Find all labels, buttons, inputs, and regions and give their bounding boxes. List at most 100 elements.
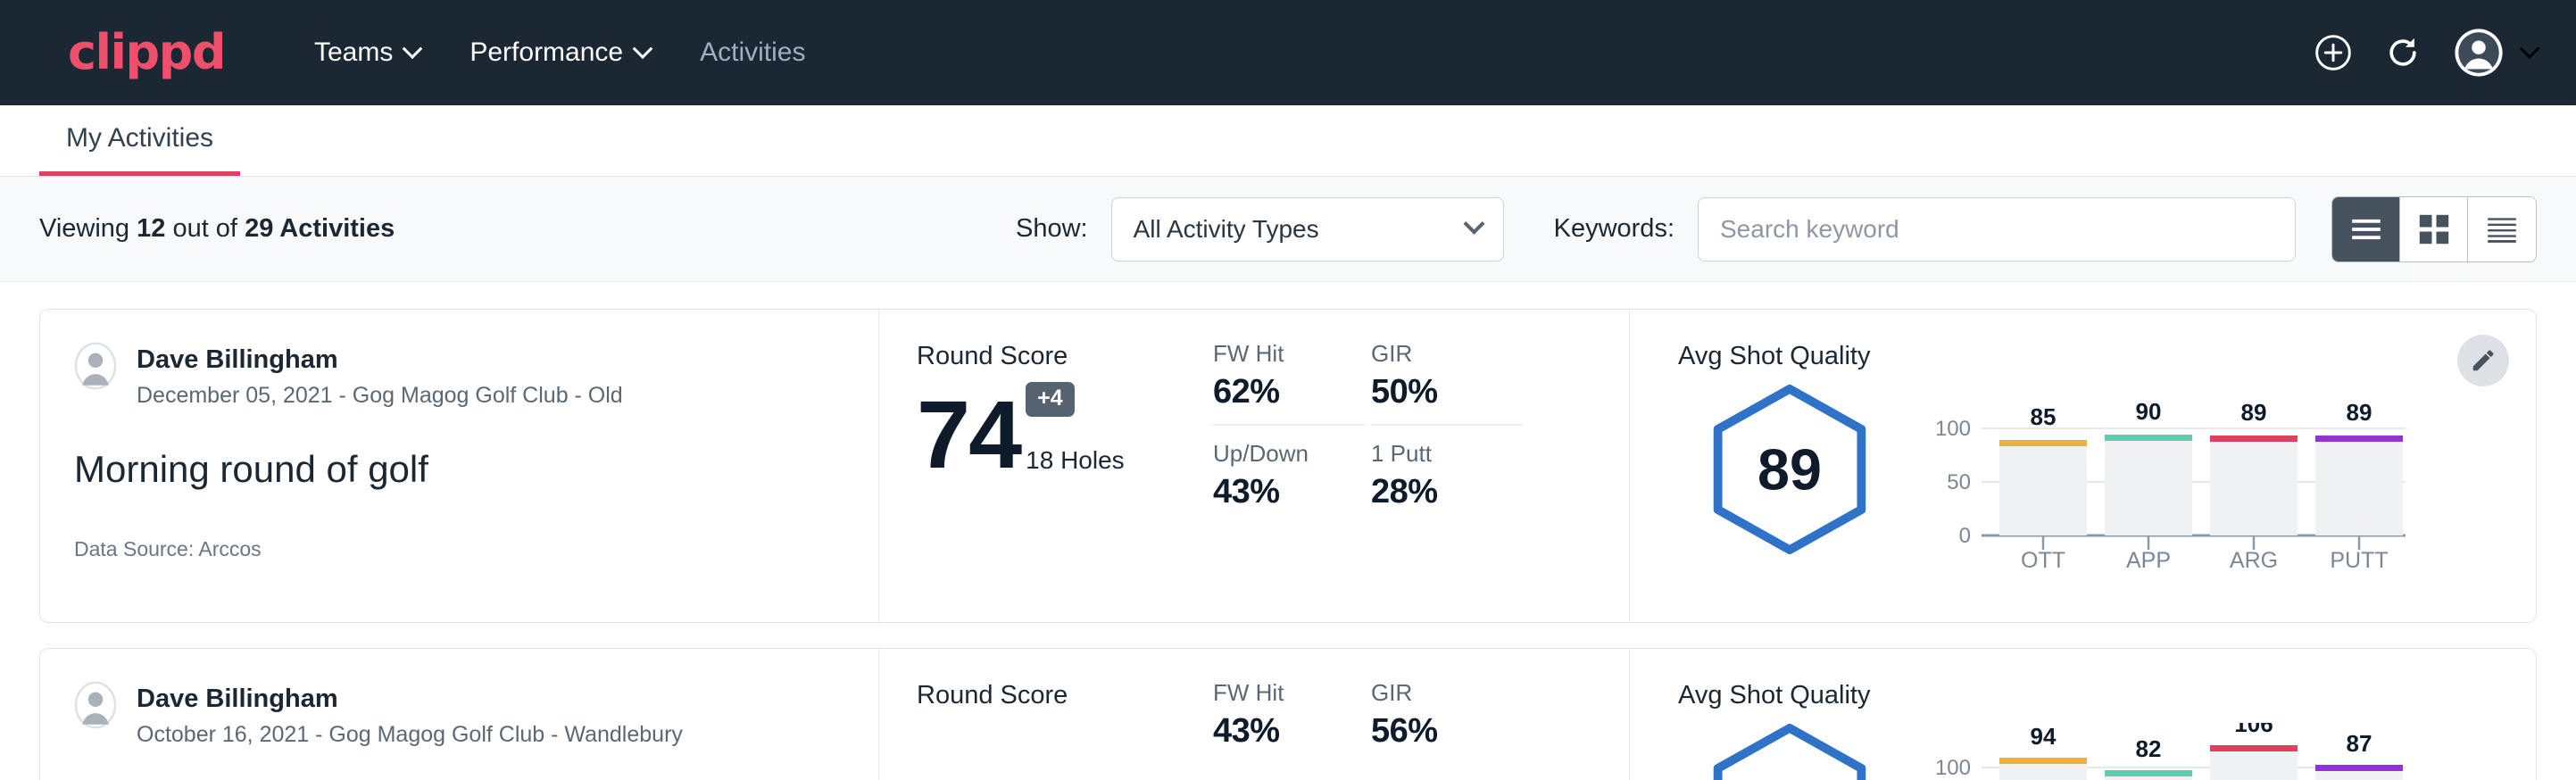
list-view-icon xyxy=(2349,216,2383,243)
avg-shot-quality-label: Avg Shot Quality xyxy=(1678,342,2536,371)
bar-cap-ott xyxy=(1999,440,2087,446)
avatar xyxy=(74,681,117,729)
plus-circle-icon xyxy=(2314,33,2353,72)
edit-activity-button[interactable] xyxy=(2457,335,2509,386)
add-button[interactable] xyxy=(2314,33,2353,72)
stat-fw-hit-label: FW Hit xyxy=(1213,679,1365,707)
chevron-down-icon xyxy=(1463,213,1484,235)
bar-app xyxy=(2105,439,2192,535)
activity-author: Dave Billingham December 05, 2021 - Gog … xyxy=(74,342,843,409)
round-score-row: 74 +4 18 Holes xyxy=(917,380,1209,478)
bar-chart: 100 50 0 85 OTT xyxy=(1919,384,2419,571)
bar-cap-putt xyxy=(2315,765,2403,771)
compact-view-icon xyxy=(2485,215,2519,244)
bar-label-arg: 106 xyxy=(2234,723,2273,737)
round-score-section: Round Score xyxy=(879,649,1209,780)
nav-actions xyxy=(2314,27,2537,79)
bar-cap-putt xyxy=(2315,436,2403,442)
activity-author: Dave Billingham October 16, 2021 - Gog M… xyxy=(74,681,843,748)
activity-title: Morning round of golf xyxy=(74,448,843,491)
shot-quality-bar-chart: 100 94 82 106 87 xyxy=(1919,714,2419,780)
activity-data-source: Data Source: Arccos xyxy=(74,537,843,561)
hexagon-icon xyxy=(1702,721,1877,780)
keywords-label: Keywords: xyxy=(1554,214,1674,244)
viewing-prefix: Viewing xyxy=(39,214,129,243)
activity-meta: December 05, 2021 - Gog Magog Golf Club … xyxy=(137,383,623,409)
activity-card-list: Dave Billingham December 05, 2021 - Gog … xyxy=(0,282,2576,780)
tab-my-activities-label: My Activities xyxy=(66,123,213,153)
bar-arg xyxy=(2210,440,2298,535)
avatar xyxy=(74,342,117,390)
y-tick-0: 0 xyxy=(1959,524,1971,548)
nav-item-teams[interactable]: Teams xyxy=(289,37,445,68)
x-tick-putt: PUTT xyxy=(2330,548,2388,571)
bar-arg xyxy=(2210,750,2298,780)
bar-cap-arg xyxy=(2210,745,2298,751)
round-score-value: 74 xyxy=(917,390,1020,478)
stat-fw-hit: FW Hit 62% xyxy=(1213,340,1365,440)
chevron-down-icon xyxy=(2520,38,2540,59)
activity-card[interactable]: Dave Billingham October 16, 2021 - Gog M… xyxy=(39,648,2537,780)
account-menu[interactable] xyxy=(2453,27,2537,79)
avg-shot-quality-section: Avg Shot Quality 100 94 xyxy=(1629,649,2536,780)
stat-up-down-value: 43% xyxy=(1213,473,1365,511)
refresh-icon xyxy=(2383,33,2422,72)
nav-item-teams-label: Teams xyxy=(314,37,393,68)
round-stats-grid: FW Hit 62% GIR 50% Up/Down 43% 1 Putt 28… xyxy=(1209,310,1629,622)
view-mode-list-button[interactable] xyxy=(2332,197,2400,261)
stat-gir: GIR 50% xyxy=(1371,340,1523,440)
pencil-icon xyxy=(2470,347,2497,374)
divider xyxy=(1213,424,1365,426)
y-tick-50: 50 xyxy=(1947,470,1971,494)
y-tick-100: 100 xyxy=(1935,417,1971,441)
refresh-button[interactable] xyxy=(2383,33,2422,72)
show-label: Show: xyxy=(1016,214,1088,244)
bar-label-putt: 89 xyxy=(2347,399,2372,426)
activity-type-select[interactable]: All Activity Types xyxy=(1111,197,1504,261)
stat-gir-value: 50% xyxy=(1371,373,1523,411)
bar-chart: 100 94 82 106 87 xyxy=(1919,723,2419,780)
stat-gir: GIR 56% xyxy=(1371,679,1523,751)
y-tick-100: 100 xyxy=(1935,756,1971,780)
activity-card-summary: Dave Billingham December 05, 2021 - Gog … xyxy=(40,310,879,622)
bar-label-arg: 89 xyxy=(2241,399,2267,426)
stat-one-putt: 1 Putt 28% xyxy=(1371,440,1523,511)
tab-bar: My Activities xyxy=(0,105,2576,177)
round-stats-grid: FW Hit 43% GIR 56% xyxy=(1209,649,1629,780)
divider xyxy=(1371,424,1523,426)
avg-shot-quality-hexagon xyxy=(1678,714,1901,780)
hexagon-icon: 89 xyxy=(1702,382,1877,557)
view-mode-grid-button[interactable] xyxy=(2400,197,2468,261)
stat-up-down-label: Up/Down xyxy=(1213,440,1365,468)
brand-logo[interactable]: clippd xyxy=(68,29,225,77)
round-score-label: Round Score xyxy=(917,342,1209,371)
filter-bar: Viewing 12 out of 29 Activities Show: Al… xyxy=(0,177,2576,282)
nav-item-performance[interactable]: Performance xyxy=(445,37,675,68)
round-score-label: Round Score xyxy=(917,681,1209,710)
round-score-badge: +4 xyxy=(1026,382,1075,417)
chevron-down-icon xyxy=(403,38,423,59)
avg-shot-quality-hexagon: 89 xyxy=(1678,375,1901,557)
round-score-section: Round Score 74 +4 18 Holes xyxy=(879,310,1209,622)
x-tick-ott: OTT xyxy=(2021,548,2065,571)
filter-controls: Show: All Activity Types Keywords: xyxy=(1016,196,2537,262)
stat-fw-hit-label: FW Hit xyxy=(1213,340,1365,368)
bar-ott xyxy=(1999,762,2087,780)
search-input[interactable] xyxy=(1698,197,2296,261)
bar-label-putt: 87 xyxy=(2347,730,2372,757)
viewing-count: 12 xyxy=(137,214,165,243)
stat-fw-hit: FW Hit 43% xyxy=(1213,679,1365,751)
bar-cap-app xyxy=(2105,770,2192,776)
nav-item-activities[interactable]: Activities xyxy=(675,37,830,68)
primary-nav: Teams Performance Activities xyxy=(289,37,830,68)
bar-cap-arg xyxy=(2210,436,2298,442)
avg-shot-quality-value: 89 xyxy=(1757,437,1822,502)
stat-gir-value: 56% xyxy=(1371,712,1523,751)
nav-item-activities-label: Activities xyxy=(700,37,805,68)
viewing-total: 29 Activities xyxy=(245,214,395,243)
view-mode-compact-button[interactable] xyxy=(2468,197,2536,261)
x-tick-app: APP xyxy=(2126,548,2171,571)
tab-my-activities[interactable]: My Activities xyxy=(39,123,240,176)
bar-cap-ott xyxy=(1999,758,2087,764)
activity-card[interactable]: Dave Billingham December 05, 2021 - Gog … xyxy=(39,309,2537,623)
